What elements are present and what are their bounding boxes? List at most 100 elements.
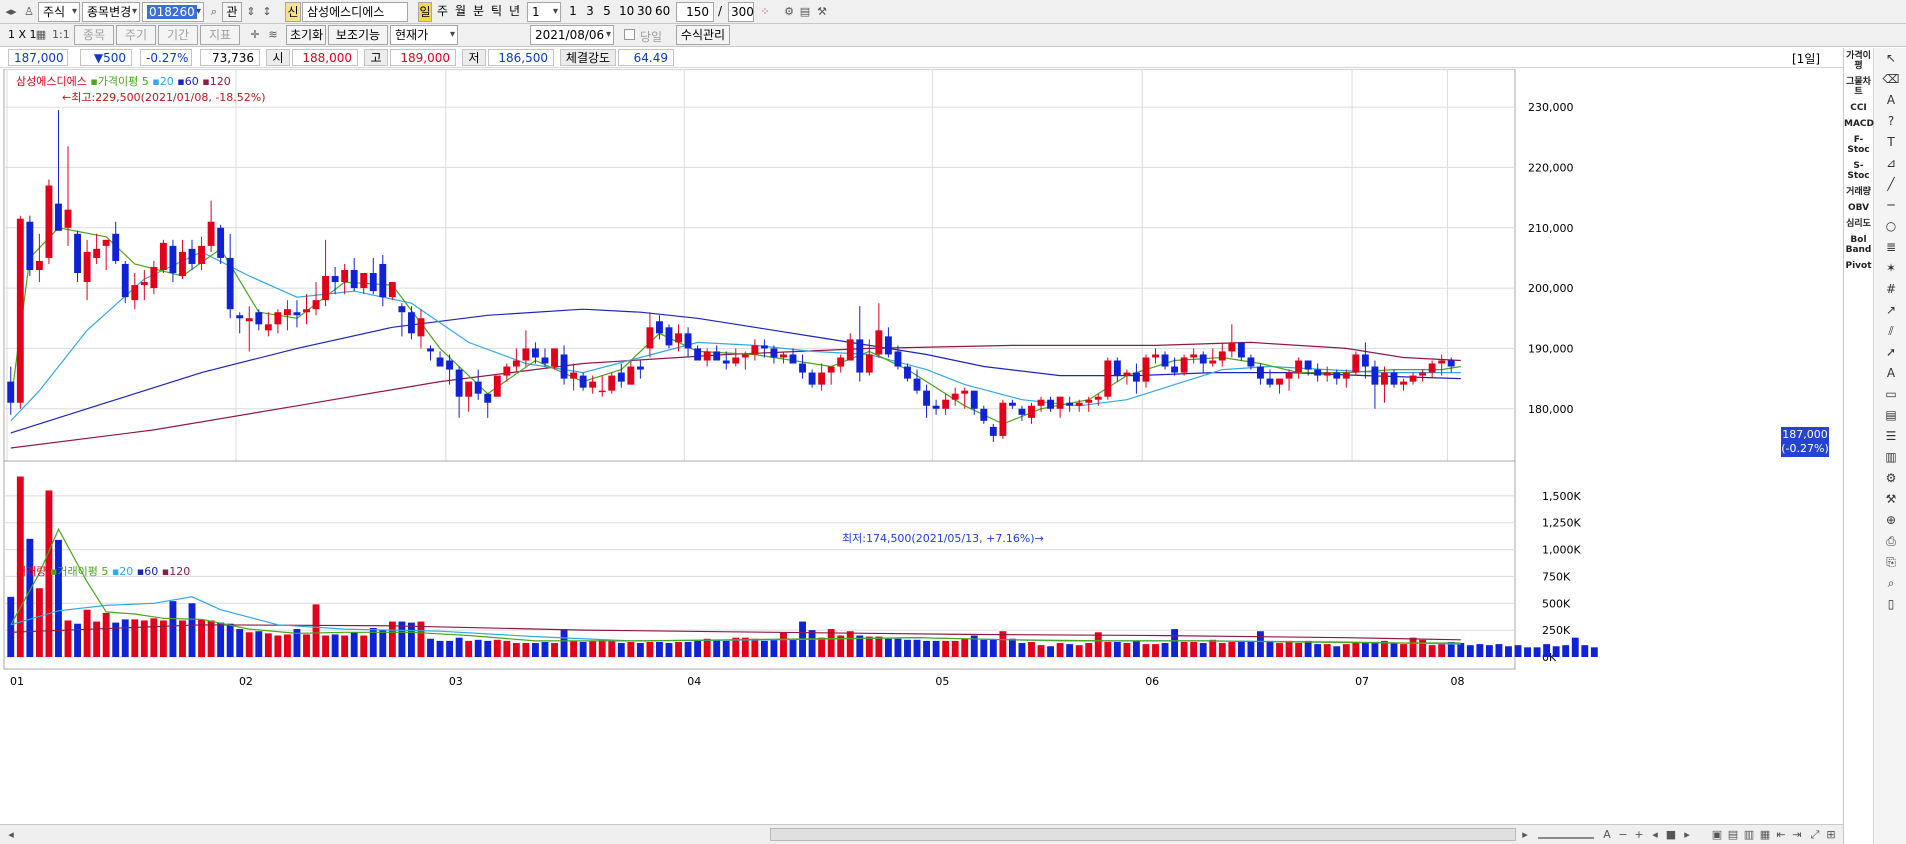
first-icon[interactable]: ⇤ — [1774, 828, 1788, 842]
scroll-track[interactable] — [770, 828, 1516, 841]
page-icon[interactable]: ▯ — [1881, 595, 1901, 614]
layout1-icon[interactable]: ▣ — [1710, 828, 1724, 842]
indicator-item[interactable]: 그물차트 — [1844, 77, 1873, 97]
fit-icon[interactable]: ⊞ — [1824, 828, 1838, 842]
zoom-slider[interactable] — [1538, 829, 1594, 839]
line-icon[interactable]: ╱ — [1881, 175, 1901, 194]
period-tab-month[interactable]: 월 — [452, 2, 468, 22]
expand-icon[interactable]: ⤢ — [1808, 828, 1822, 842]
stop-icon[interactable]: ■ — [1664, 828, 1678, 842]
channel-icon[interactable]: ⫽ — [1881, 322, 1901, 341]
link-icon[interactable]: ◂▸ — [4, 5, 18, 19]
display-count-input[interactable]: 150 — [676, 2, 714, 22]
search-icon[interactable]: ⌕ — [1881, 574, 1901, 593]
fibonacci-icon[interactable]: ≣ — [1881, 238, 1901, 257]
quick-period-30[interactable]: 30 — [634, 2, 652, 22]
indicator-item[interactable]: 심리도 — [1844, 219, 1873, 229]
auto-icon[interactable]: A — [1881, 364, 1901, 383]
indicator-item[interactable]: 가격이평 — [1844, 51, 1873, 71]
save-icon[interactable]: ⎘ — [1881, 553, 1901, 572]
stock-name-field[interactable]: 삼성에스디에스 — [302, 2, 408, 22]
price-type-select[interactable]: 현재가 — [390, 25, 458, 45]
stock-code-input[interactable]: 018260 — [142, 2, 204, 22]
quick-period-60[interactable]: 60 — [652, 2, 670, 22]
reset-button[interactable]: 초기화 — [286, 25, 326, 45]
tool-icon[interactable]: ⚒ — [1881, 490, 1901, 509]
same-day-checkbox[interactable] — [624, 29, 635, 40]
tools-icon[interactable]: ⚒ — [815, 5, 829, 19]
indicator-item[interactable]: MACD — [1844, 119, 1874, 129]
date-select[interactable]: 2021/08/06 — [530, 25, 614, 45]
indicator-item[interactable]: Pivot — [1844, 261, 1873, 271]
indicator-item[interactable]: CCI — [1844, 103, 1873, 113]
zoom-minus-icon[interactable]: − — [1616, 828, 1630, 842]
wave-icon[interactable]: ≋ — [266, 28, 280, 42]
gwan-button[interactable]: 관 — [222, 2, 242, 22]
stock-change-select[interactable]: 종목변경 — [82, 2, 140, 22]
save-icon[interactable]: ▤ — [798, 5, 812, 19]
period-tab-year[interactable]: 년 — [506, 2, 522, 22]
period-tab-tick[interactable]: 틱 — [488, 2, 504, 22]
quick-period-10[interactable]: 10 — [616, 2, 634, 22]
spin-icon[interactable]: ⇕ — [244, 5, 258, 19]
one-one-icon[interactable]: 1:1 — [52, 28, 70, 42]
indicator-item[interactable]: S-Stoc — [1844, 161, 1873, 181]
window-icon[interactable]: ▭ — [1881, 385, 1901, 404]
scroll-right-icon[interactable]: ▸ — [1518, 828, 1532, 842]
next-icon[interactable]: ▸ — [1680, 828, 1694, 842]
last-icon[interactable]: ⇥ — [1790, 828, 1804, 842]
hline-icon[interactable]: ─ — [1881, 196, 1901, 215]
grid-icon[interactable]: ▦ — [34, 28, 48, 42]
period-tab-day[interactable]: 일 — [418, 2, 432, 22]
print-icon[interactable]: ⎙ — [1881, 532, 1901, 551]
updown-icon[interactable]: ↕ — [260, 5, 274, 19]
lock-icon[interactable]: ♙ — [22, 5, 36, 19]
market-select[interactable]: 주식 — [38, 2, 80, 22]
period-tab-week[interactable]: 주 — [434, 2, 450, 22]
ratio-label[interactable]: 1 X 1 — [8, 28, 37, 41]
eraser-icon[interactable]: ⌫ — [1881, 70, 1901, 89]
text-t-icon[interactable]: T — [1881, 133, 1901, 152]
total-count-input[interactable]: 300 — [728, 2, 754, 22]
doc-icon[interactable]: ▤ — [1881, 406, 1901, 425]
prev-icon[interactable]: ◂ — [1648, 828, 1662, 842]
period-tab-minute[interactable]: 분 — [470, 2, 486, 22]
chart-icon[interactable]: ▥ — [1881, 448, 1901, 467]
layout2-icon[interactable]: ▤ — [1726, 828, 1740, 842]
ruler-icon[interactable]: ⊿ — [1881, 154, 1901, 173]
settings-icon[interactable]: ⚙ — [782, 5, 796, 19]
formula-button[interactable]: 수식관리 — [676, 25, 730, 45]
cursor-icon[interactable]: ↖ — [1881, 49, 1901, 68]
gann-icon[interactable]: ✶ — [1881, 259, 1901, 278]
scroll-left-icon[interactable]: ◂ — [4, 828, 18, 842]
dots-icon[interactable]: ⁘ — [758, 5, 772, 19]
indicator-item[interactable]: Bol Band — [1844, 235, 1873, 255]
zoom-plus-icon[interactable]: + — [1632, 828, 1646, 842]
indicator-item[interactable]: OBV — [1844, 203, 1873, 213]
indicator-item[interactable]: 거래량 — [1844, 187, 1873, 197]
crosshair-icon[interactable]: ✛ — [248, 28, 262, 42]
trend-icon[interactable]: ↗ — [1881, 301, 1901, 320]
text-a-icon[interactable]: A — [1881, 91, 1901, 110]
bottom-scrollbar[interactable]: ◂ ▸ A − + ◂ ■ ▸ ▣ ▤ ▥ ▦ ⇤ ⇥ ⤢ ⊞ — [0, 824, 1843, 844]
chart-area[interactable]: 230,000 220,000 210,000 200,000 190,000 180,0… — [0, 69, 1843, 824]
circle-icon[interactable]: ○ — [1881, 217, 1901, 236]
layout3-icon[interactable]: ▥ — [1742, 828, 1756, 842]
search-icon[interactable]: ⌕ — [207, 5, 221, 19]
quick-period-3[interactable]: 3 — [583, 2, 597, 22]
quick-period-1[interactable]: 1 — [566, 2, 580, 22]
question-icon[interactable]: ? — [1881, 112, 1901, 131]
zoom-icon[interactable]: ⊕ — [1881, 511, 1901, 530]
settings-icon[interactable]: ⚙ — [1881, 469, 1901, 488]
aux-function-button[interactable]: 보조기능 — [328, 25, 388, 45]
arrow-icon[interactable]: ➚ — [1881, 343, 1901, 362]
shin-badge[interactable]: 신 — [285, 2, 301, 22]
quick-period-5[interactable]: 5 — [600, 2, 614, 22]
indicator-item[interactable]: F-Stoc — [1844, 135, 1873, 155]
period-badge[interactable]: [1일] — [1792, 50, 1820, 67]
list-icon[interactable]: ☰ — [1881, 427, 1901, 446]
font-a-icon[interactable]: A — [1600, 828, 1614, 842]
grid-icon[interactable]: # — [1881, 280, 1901, 299]
period-count-select[interactable]: 1 — [527, 2, 561, 22]
layout4-icon[interactable]: ▦ — [1758, 828, 1772, 842]
